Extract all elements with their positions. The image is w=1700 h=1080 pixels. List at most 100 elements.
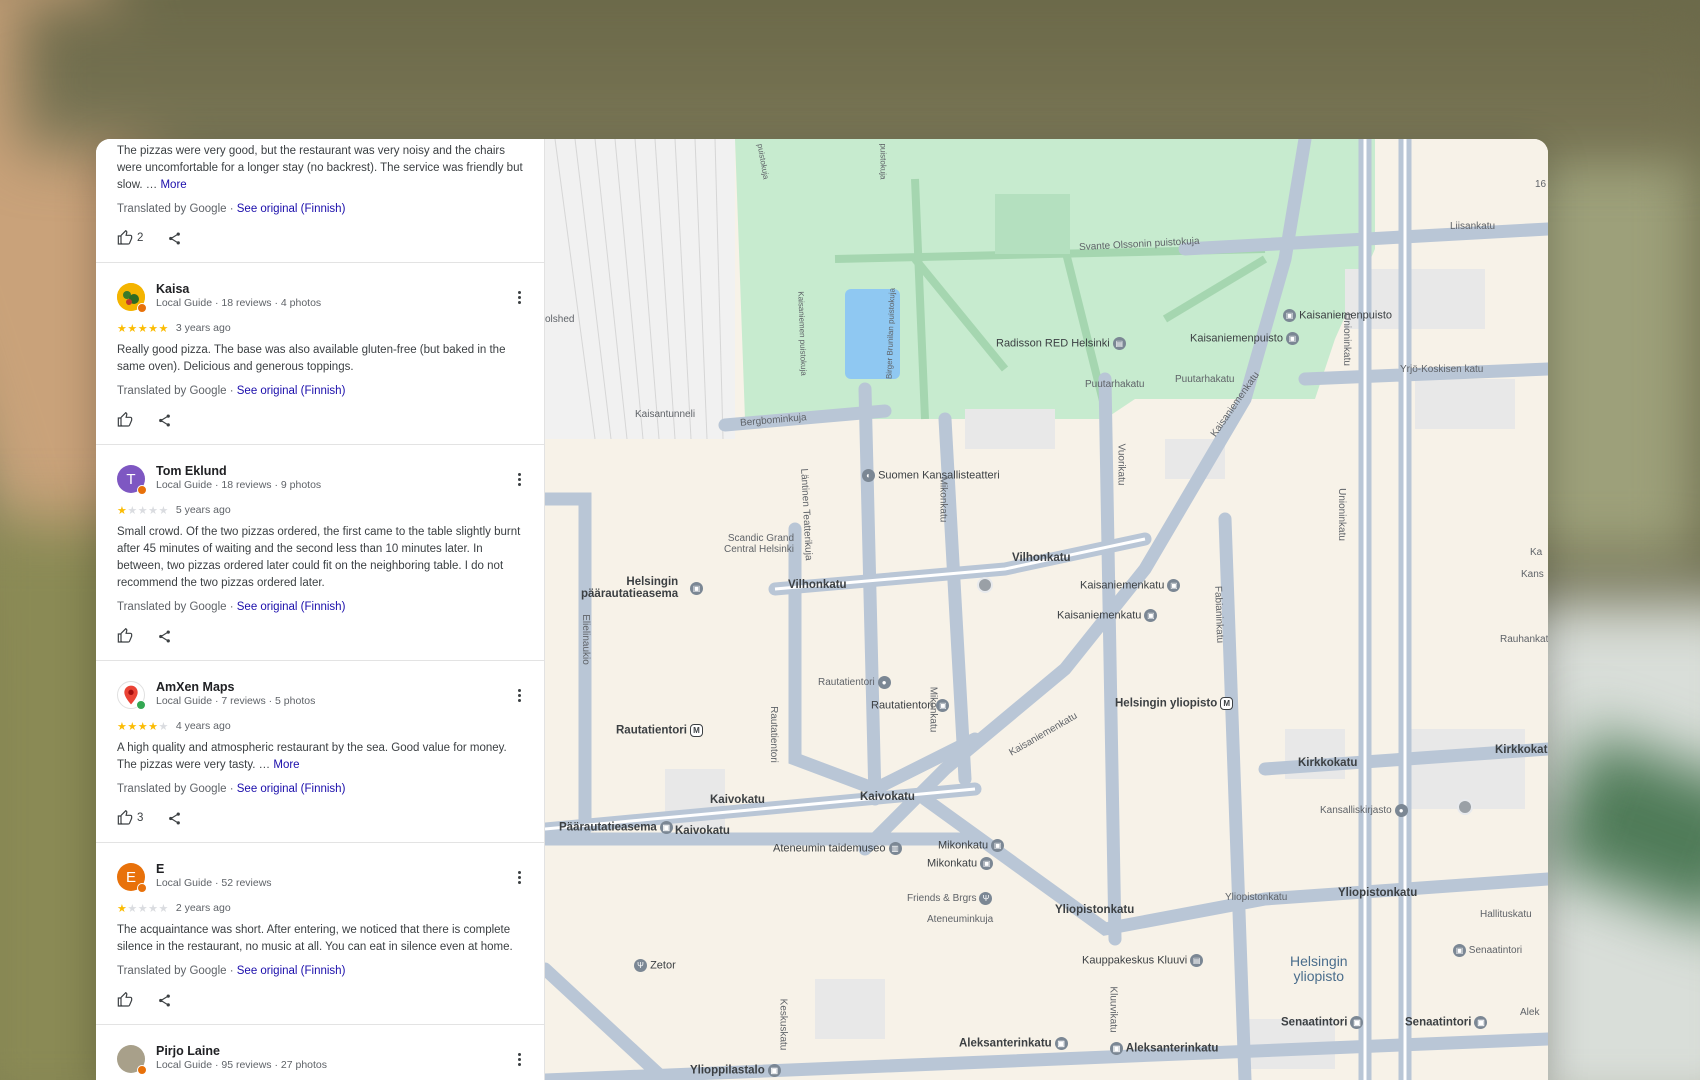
thumbs-up-icon [117,810,133,825]
street-label: Kirkkokatu [1495,744,1548,756]
like-count: 2 [137,232,144,244]
share-button[interactable] [157,413,172,428]
place-label[interactable]: Kaisaniemenkatu ▣ [1080,579,1181,592]
street-label: Ateneuminkuja [927,914,994,925]
place-label[interactable]: Mikonkatu ▣ [938,839,1005,852]
avatar[interactable] [117,283,147,313]
transit-icon: ▣ [1350,1016,1364,1029]
hotel-label[interactable]: Radisson RED Helsinki ▤ [996,337,1126,350]
thumbs-up-icon [117,628,133,643]
local-guide-badge [137,485,147,495]
place-label[interactable]: Mikonkatu ▣ [927,857,994,870]
see-original-link[interactable]: See original (Finnish) [237,601,346,613]
street-label: Puutarhakatu [1175,374,1235,385]
transit-icon: ▣ [1054,1037,1068,1050]
share-button[interactable] [157,629,172,644]
review-item: E E Local Guide · 52 reviews ★★★★★ 2 yea… [96,843,544,1025]
reviewer-meta: Local Guide · 95 reviews · 27 photos [156,1059,328,1071]
review-actions [117,980,530,1024]
share-button[interactable] [157,993,172,1008]
reviewer-name[interactable]: AmXen Maps [156,681,315,694]
station-label[interactable]: Helsingin päärautatieasema [581,576,678,600]
see-original-link[interactable]: See original (Finnish) [237,965,346,977]
like-button[interactable]: 3 [117,810,143,826]
street-label: Mikonkatu [937,476,949,523]
like-button[interactable]: 2 [117,230,143,246]
avatar[interactable] [117,681,146,710]
avatar[interactable]: T [117,465,147,495]
metro-label[interactable]: Rautatientori M [616,724,703,737]
thumbs-up-icon [117,412,133,427]
library-label[interactable]: Kansalliskirjasto ● [1320,804,1408,817]
local-guide-badge [137,883,147,893]
street-label: Alek [1520,1007,1540,1018]
more-options-icon[interactable] [510,288,528,306]
review-date: 2 years ago [175,902,231,914]
street-label: Mikonkatu [927,686,939,733]
star-rating: ★★★★★ [117,504,169,517]
place-label[interactable]: Aleksanterinkatu ▣ [959,1037,1068,1050]
maps-window: The pizzas were very good, but the resta… [96,139,1548,1080]
place-label[interactable]: ▣ Senaatintori [1450,944,1522,957]
place-label[interactable]: Rautatientori ● [818,676,891,689]
map-canvas[interactable]: Liisankatu 16 Svante Olssonin puistokuja… [545,139,1548,1080]
more-options-icon[interactable] [510,1050,528,1068]
mall-label[interactable]: Kauppakeskus Kluuvi ▤ [1082,954,1204,967]
place-label[interactable]: Senaatintori ▣ [1281,1016,1364,1029]
restaurant-label[interactable]: Ψ Zetor [631,959,676,972]
avatar[interactable]: E [117,863,147,893]
place-label[interactable]: Kaisaniemenkatu ▣ [1057,609,1158,622]
train-icon: ▣ [690,582,703,595]
poi-icon: ● [877,676,891,689]
place-label[interactable]: Senaatintori ▣ [1405,1016,1488,1029]
place-label[interactable]: Kaisaniemenpuisto ▣ [1190,332,1299,345]
transit-icon: ▣ [1453,944,1466,957]
share-button[interactable] [167,231,182,246]
avatar[interactable] [117,1045,147,1075]
see-original-link[interactable]: See original (Finnish) [237,385,346,397]
area-label: Helsingin yliopisto [1290,953,1348,984]
more-link[interactable]: More [160,179,186,191]
transit-icon: ▣ [1110,1042,1123,1055]
street-label: Kaisantunneli [635,409,696,420]
street-label: Vilhonkatu [1012,552,1071,564]
share-button[interactable] [167,811,182,826]
more-options-icon[interactable] [510,470,528,488]
reviews-panel[interactable]: The pizzas were very good, but the resta… [96,139,545,1080]
more-link[interactable]: More [273,759,299,771]
transit-icon: ▣ [767,1064,781,1077]
thumbs-up-icon [117,230,133,245]
street-label: Elielinaukio [579,614,591,665]
see-original-link[interactable]: See original (Finnish) [237,203,346,215]
reviewer-name[interactable]: E [156,863,272,876]
poi-marker[interactable] [1457,799,1473,815]
hotel-icon: ▤ [1112,337,1126,350]
poi-marker[interactable] [977,577,993,593]
like-button[interactable] [117,412,133,428]
museum-label[interactable]: Ateneumin taidemuseo ▥ [773,842,902,855]
metro-icon: M [689,724,703,737]
place-label[interactable]: Ylioppilastalo ▣ [690,1064,781,1077]
like-button[interactable] [117,992,133,1008]
local-guide-badge [137,1065,147,1075]
station-label[interactable]: Päärautatieasema ▣ [559,821,673,834]
restaurant-label[interactable]: Friends & Brgrs Ψ [907,892,993,905]
museum-icon: ▥ [888,842,902,855]
place-label[interactable]: ◐ Suomen Kansallisteatteri [859,469,1000,482]
share-icon [159,414,170,426]
street-label: Liisankatu [1450,221,1496,232]
transit-icon: ▣ [1144,609,1158,622]
like-button[interactable] [117,628,133,644]
reviewer-name[interactable]: Kaisa [156,283,321,296]
hotel-label[interactable]: Scandic Grand Central Helsinki [724,533,794,555]
more-options-icon[interactable] [510,868,528,886]
see-original-link[interactable]: See original (Finnish) [237,783,346,795]
reviewer-name[interactable]: Pirjo Laine [156,1045,327,1058]
reviewer-name[interactable]: Tom Eklund [156,465,321,478]
metro-label[interactable]: Helsingin yliopisto M [1115,697,1234,710]
place-label[interactable]: ▣ Aleksanterinkatu [1107,1042,1218,1055]
street-label: Vilhonkatu [788,579,847,591]
review-item: Kaisa Local Guide · 18 reviews · 4 photo… [96,263,544,445]
more-options-icon[interactable] [510,686,528,704]
place-label[interactable]: ▣ Kaisaniemenpuisto [1280,309,1392,322]
